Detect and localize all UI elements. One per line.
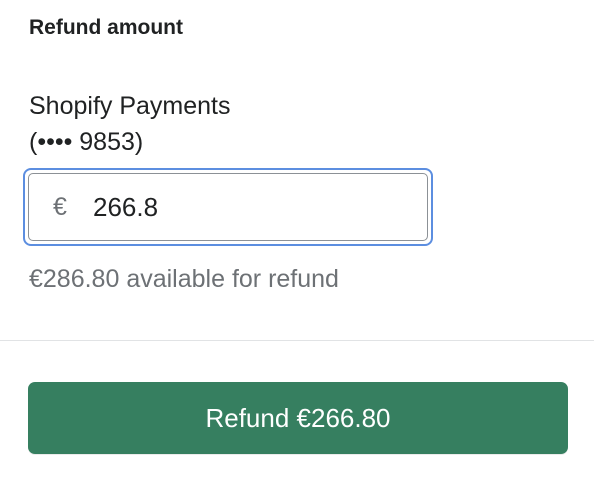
payment-method-card: (•••• 9853): [29, 128, 144, 156]
refund-amount-field[interactable]: €: [28, 173, 428, 241]
euro-currency-prefix: €: [53, 192, 67, 221]
refund-amount-field-focus-ring: €: [23, 168, 433, 246]
refund-button[interactable]: Refund €266.80: [28, 382, 568, 454]
refund-amount-heading: Refund amount: [29, 16, 183, 39]
refund-amount-input[interactable]: [93, 191, 393, 223]
available-for-refund-text: €286.80 available for refund: [29, 265, 339, 293]
payment-method-name: Shopify Payments: [29, 92, 231, 120]
section-divider: [0, 340, 594, 341]
payment-method: Shopify Payments (•••• 9853): [29, 88, 231, 160]
